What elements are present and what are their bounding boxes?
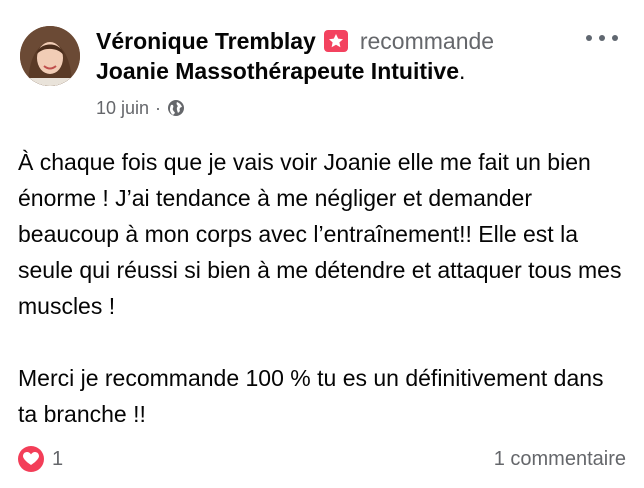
avatar[interactable]: [20, 26, 80, 86]
post-paragraph: À chaque fois que je vais voir Joanie el…: [18, 149, 622, 319]
more-horizontal-icon[interactable]: [586, 30, 618, 46]
comments-link[interactable]: 1 commentaire: [494, 448, 626, 471]
post-body: À chaque fois que je vais voir Joanie el…: [18, 144, 628, 432]
post-paragraph: Merci je recommande 100 % tu es un défin…: [18, 365, 604, 427]
page-suffix: .: [458, 58, 466, 84]
action-text: recommande: [359, 27, 495, 54]
author-name[interactable]: Véronique Tremblay: [96, 28, 316, 55]
recommend-badge-icon: [323, 30, 348, 52]
post-card: Véronique Tremblay recommande Joanie Mas…: [0, 0, 644, 488]
meta-separator: ·: [155, 97, 162, 118]
page-name[interactable]: Joanie Massothérapeute Intuitive: [96, 58, 459, 84]
post-footer: 1 1 commentaire: [18, 444, 626, 474]
post-meta: 10 juin ·: [96, 96, 185, 120]
recommended-page: Joanie Massothérapeute Intuitive.: [96, 58, 465, 88]
globe-icon: [167, 99, 185, 117]
heart-icon: [18, 446, 44, 472]
reaction-count: 1: [52, 447, 64, 470]
reactions-summary[interactable]: 1: [18, 446, 63, 472]
post-header: Véronique Tremblay recommande: [96, 26, 494, 56]
post-date[interactable]: 10 juin: [96, 98, 149, 119]
